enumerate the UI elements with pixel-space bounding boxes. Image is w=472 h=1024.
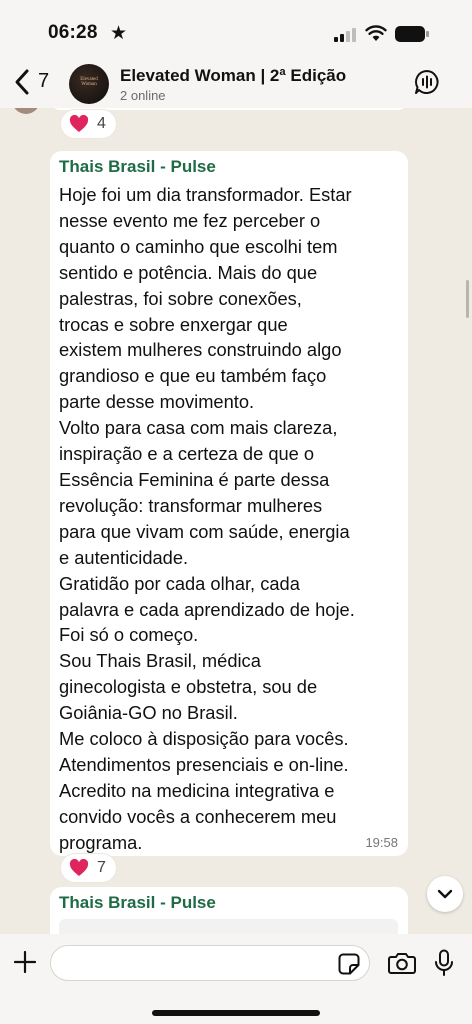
cellular-signal-icon [334, 28, 358, 42]
reaction-count: 7 [97, 859, 106, 876]
star-icon: ★ [110, 23, 128, 44]
home-indicator[interactable] [152, 1010, 320, 1016]
status-time: 06:28 [48, 22, 98, 43]
back-chevron-icon[interactable] [12, 68, 32, 96]
sender-avatar[interactable] [12, 108, 40, 114]
reaction-badge[interactable]: 4 [60, 109, 117, 139]
camera-icon[interactable] [388, 951, 416, 975]
back-unread-count[interactable]: 7 [38, 70, 49, 93]
online-status: 2 online [120, 88, 166, 103]
heart-emoji-icon [69, 859, 89, 876]
chat-title[interactable]: Elevated Woman | 2ª Edição [120, 66, 346, 86]
microphone-icon[interactable] [434, 949, 454, 977]
status-bar: 06:28 ★ [0, 0, 472, 58]
sender-name[interactable]: Thais Brasil - Pulse [59, 893, 398, 913]
scrollbar[interactable] [466, 280, 469, 318]
wifi-icon [365, 25, 387, 41]
message-bubble[interactable]: Thais Brasil - Pulse Hoje foi um dia tra… [50, 151, 408, 856]
message-time: 19:58 [365, 835, 398, 850]
group-avatar[interactable]: Elevated Woman [69, 64, 109, 104]
message-text: Hoje foi um dia transformador. Estar nes… [59, 184, 355, 853]
message-input[interactable] [50, 945, 370, 981]
reaction-count: 4 [97, 115, 106, 132]
battery-icon [395, 26, 429, 42]
sticker-icon[interactable] [338, 953, 360, 975]
scroll-to-bottom-button[interactable] [427, 876, 463, 912]
reaction-badge[interactable]: 7 [60, 853, 117, 883]
message-list[interactable]: 4 Thais Brasil - Pulse Hoje foi um dia t… [0, 108, 472, 934]
heart-emoji-icon [69, 115, 89, 132]
message-composer [0, 934, 472, 1024]
sender-name[interactable]: Thais Brasil - Pulse [59, 157, 398, 177]
chat-header: 7 Elevated Woman Elevated Woman | 2ª Edi… [0, 58, 472, 108]
voice-chat-icon[interactable] [414, 69, 440, 95]
chevron-down-icon [437, 889, 453, 899]
media-preview[interactable] [59, 919, 398, 934]
plus-icon[interactable] [14, 951, 36, 973]
message-bubble[interactable]: Thais Brasil - Pulse [50, 887, 408, 934]
avatar-text: Elevated Woman [80, 77, 98, 87]
